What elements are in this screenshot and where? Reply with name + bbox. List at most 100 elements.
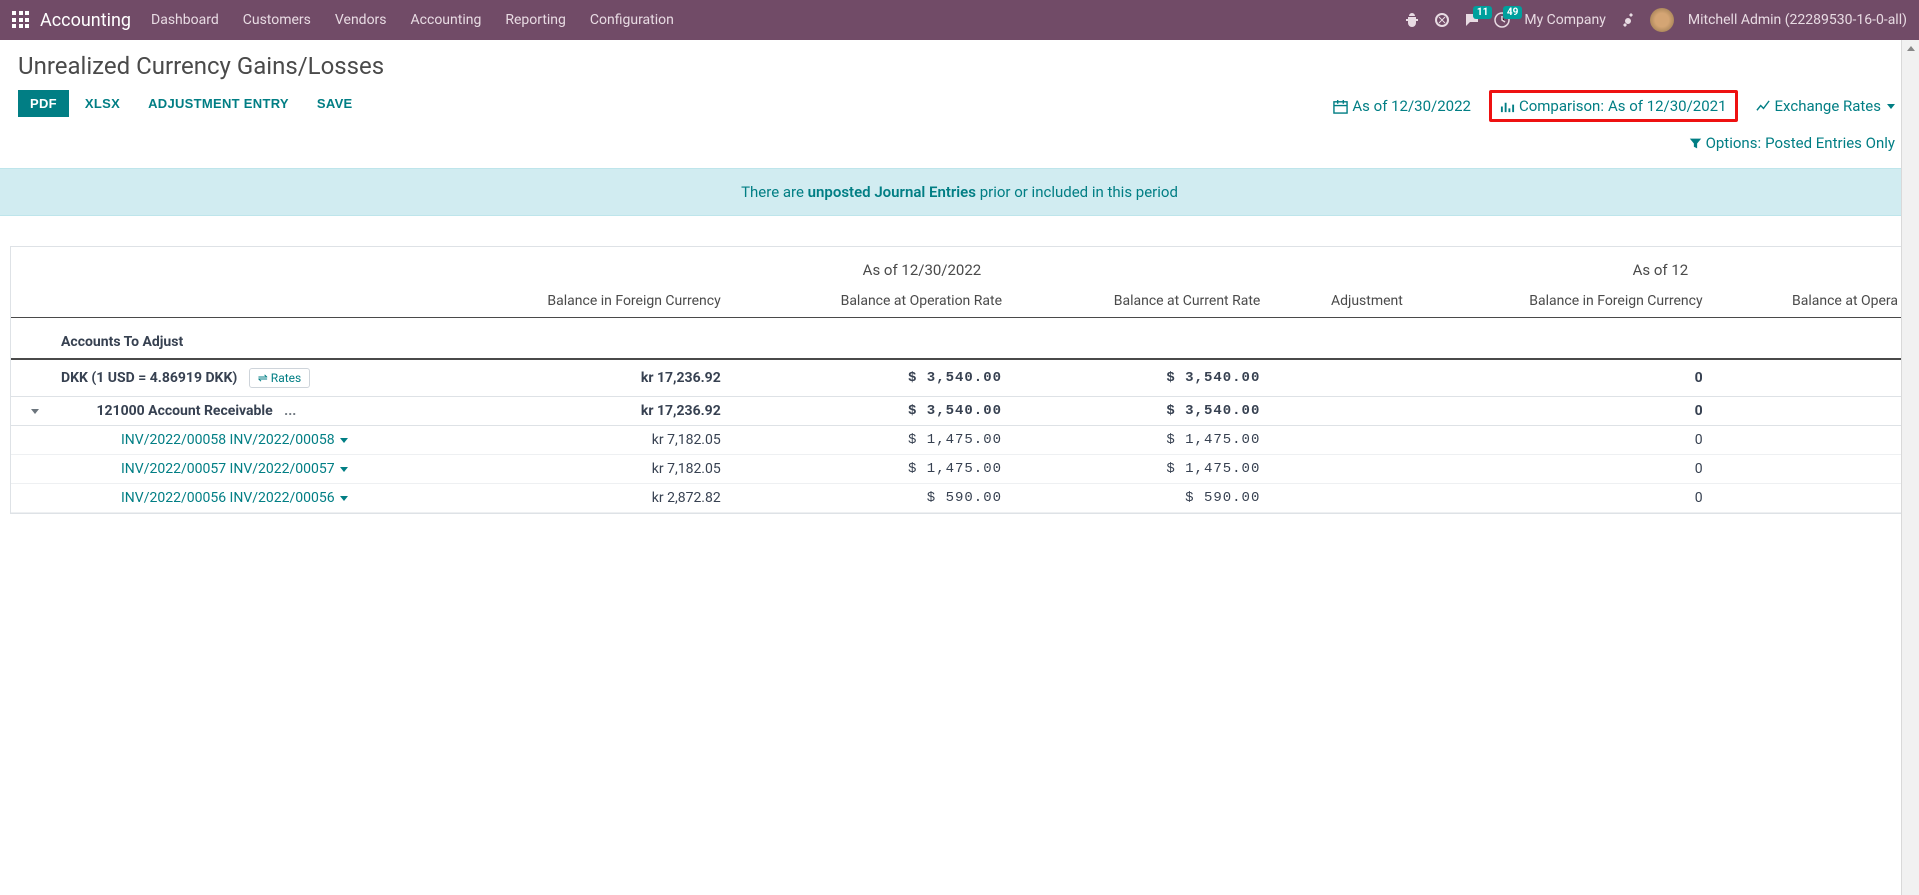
chevron-down-icon[interactable] — [340, 438, 348, 443]
period-1-header: As of 12/30/2022 — [431, 247, 1413, 287]
toolbar: PDF XLSX ADJUSTMENT ENTRY SAVE As of 12/… — [18, 90, 1901, 156]
row-invoice-0: INV/2022/00058 INV/2022/00058 kr 7,182.0… — [11, 426, 1908, 455]
account-foreign2: 0 — [1413, 397, 1713, 426]
menu-vendors[interactable]: Vendors — [335, 12, 387, 28]
adjustment-entry-button[interactable]: ADJUSTMENT ENTRY — [136, 90, 301, 117]
scroll-up-icon[interactable] — [1902, 40, 1919, 58]
row-invoice-2: INV/2022/00056 INV/2022/00056 kr 2,872.8… — [11, 484, 1908, 513]
filter-comparison[interactable]: Comparison: As of 12/30/2021 — [1489, 90, 1738, 122]
top-navbar: Accounting Dashboard Customers Vendors A… — [0, 0, 1919, 40]
inv0-operation: $ 1,475.00 — [731, 426, 1012, 455]
pdf-button[interactable]: PDF — [18, 90, 69, 117]
ellipsis-button[interactable]: ... — [284, 403, 296, 419]
filter-options[interactable]: Options: Posted Entries Only — [1683, 130, 1901, 156]
calendar-icon — [1333, 99, 1348, 114]
page-title: Unrealized Currency Gains/Losses — [18, 52, 1901, 80]
avatar[interactable] — [1650, 8, 1674, 32]
dkk-foreign: kr 17,236.92 — [431, 359, 731, 397]
info-banner: There are unposted Journal Entries prior… — [0, 168, 1919, 216]
col-foreign: Balance in Foreign Currency — [431, 287, 731, 318]
inv1-adjustment — [1270, 455, 1413, 484]
inv0-foreign: kr 7,182.05 — [431, 426, 731, 455]
menu-dashboard[interactable]: Dashboard — [151, 12, 219, 28]
company-switcher[interactable]: My Company — [1524, 12, 1606, 28]
filters-row-1: As of 12/30/2022 Comparison: As of 12/30… — [1327, 90, 1901, 122]
messages-icon[interactable]: 11 — [1464, 12, 1480, 28]
inv2-adjustment — [1270, 484, 1413, 513]
report-panel: As of 12/30/2022 As of 12 Balance in For… — [10, 246, 1909, 514]
vertical-scrollbar[interactable] — [1901, 40, 1919, 895]
page-header: Unrealized Currency Gains/Losses PDF XLS… — [0, 40, 1919, 156]
invoice-link[interactable]: INV/2022/00058 INV/2022/00058 — [121, 432, 335, 448]
save-button[interactable]: SAVE — [305, 90, 365, 117]
row-account-receivable: 121000 Account Receivable ... kr 17,236.… — [11, 397, 1908, 426]
bar-chart-icon — [1500, 99, 1515, 114]
filter-exchange-label: Exchange Rates — [1775, 97, 1881, 115]
rates-button[interactable]: ⇌ Rates — [249, 368, 310, 388]
inv0-adjustment — [1270, 426, 1413, 455]
section-label: Accounts To Adjust — [11, 318, 431, 360]
filter-options-label: Options: — [1706, 134, 1762, 152]
col-operation2: Balance at Opera — [1713, 287, 1908, 318]
account-label[interactable]: 121000 Account Receivable — [96, 403, 272, 419]
xlsx-button[interactable]: XLSX — [73, 90, 132, 117]
caret-toggle-icon[interactable] — [31, 409, 39, 414]
app-brand[interactable]: Accounting — [40, 10, 131, 31]
inv1-foreign2: 0 — [1413, 455, 1713, 484]
col-operation: Balance at Operation Rate — [731, 287, 1012, 318]
row-dkk: DKK (1 USD = 4.86919 DKK) ⇌ Rates kr 17,… — [11, 359, 1908, 397]
inv1-foreign: kr 7,182.05 — [431, 455, 731, 484]
messages-badge: 11 — [1473, 6, 1492, 19]
user-menu[interactable]: Mitchell Admin (22289530-16-0-all) — [1688, 12, 1907, 28]
dkk-operation: $ 3,540.00 — [731, 359, 1012, 397]
menu-accounting[interactable]: Accounting — [411, 12, 482, 28]
invoice-link[interactable]: INV/2022/00056 INV/2022/00056 — [121, 490, 335, 506]
dkk-adjustment — [1270, 359, 1413, 397]
inv1-current: $ 1,475.00 — [1012, 455, 1270, 484]
menu-configuration[interactable]: Configuration — [590, 12, 674, 28]
dkk-label: DKK (1 USD = 4.86919 DKK) — [61, 370, 237, 386]
col-foreign2: Balance in Foreign Currency — [1413, 287, 1713, 318]
inv2-operation: $ 590.00 — [731, 484, 1012, 513]
inv2-foreign2: 0 — [1413, 484, 1713, 513]
activities-badge: 49 — [1503, 6, 1522, 19]
period-2-header: As of 12 — [1413, 247, 1908, 287]
col-adjustment: Adjustment — [1270, 287, 1413, 318]
banner-link[interactable]: unposted Journal Entries — [808, 183, 976, 201]
filter-as-of-label: As of 12/30/2022 — [1352, 97, 1471, 115]
col-current: Balance at Current Rate — [1012, 287, 1270, 318]
report-table: As of 12/30/2022 As of 12 Balance in For… — [11, 247, 1908, 513]
section-accounts-to-adjust: Accounts To Adjust — [11, 318, 1908, 360]
filter-as-of[interactable]: As of 12/30/2022 — [1327, 93, 1477, 119]
account-foreign: kr 17,236.92 — [431, 397, 731, 426]
invoice-link[interactable]: INV/2022/00057 INV/2022/00057 — [121, 461, 335, 477]
filter-options-value: Posted Entries Only — [1765, 134, 1895, 152]
filters-row-2: Options: Posted Entries Only — [1683, 130, 1901, 156]
main-menu: Dashboard Customers Vendors Accounting R… — [151, 12, 674, 28]
inv2-foreign: kr 2,872.82 — [431, 484, 731, 513]
filter-comparison-value: As of 12/30/2021 — [1608, 97, 1727, 115]
menu-reporting[interactable]: Reporting — [505, 12, 566, 28]
account-operation: $ 3,540.00 — [731, 397, 1012, 426]
chevron-down-icon[interactable] — [340, 467, 348, 472]
banner-suffix: prior or included in this period — [976, 183, 1178, 201]
dkk-current: $ 3,540.00 — [1012, 359, 1270, 397]
inv0-foreign2: 0 — [1413, 426, 1713, 455]
filter-exchange-rates[interactable]: Exchange Rates — [1750, 93, 1901, 119]
toolbar-right: As of 12/30/2022 Comparison: As of 12/30… — [1327, 90, 1901, 156]
menu-customers[interactable]: Customers — [243, 12, 311, 28]
account-adjustment — [1270, 397, 1413, 426]
tools-icon[interactable] — [1620, 12, 1636, 28]
support-icon[interactable] — [1434, 12, 1450, 28]
apps-icon[interactable] — [12, 11, 30, 29]
inv2-current: $ 590.00 — [1012, 484, 1270, 513]
line-chart-icon — [1756, 99, 1771, 114]
inv1-operation: $ 1,475.00 — [731, 455, 1012, 484]
chevron-down-icon — [1887, 104, 1895, 109]
bug-icon[interactable] — [1404, 12, 1420, 28]
filter-comparison-label: Comparison: — [1519, 97, 1604, 115]
banner-prefix: There are — [741, 183, 808, 201]
account-current: $ 3,540.00 — [1012, 397, 1270, 426]
activities-icon[interactable]: 49 — [1494, 12, 1510, 28]
chevron-down-icon[interactable] — [340, 496, 348, 501]
